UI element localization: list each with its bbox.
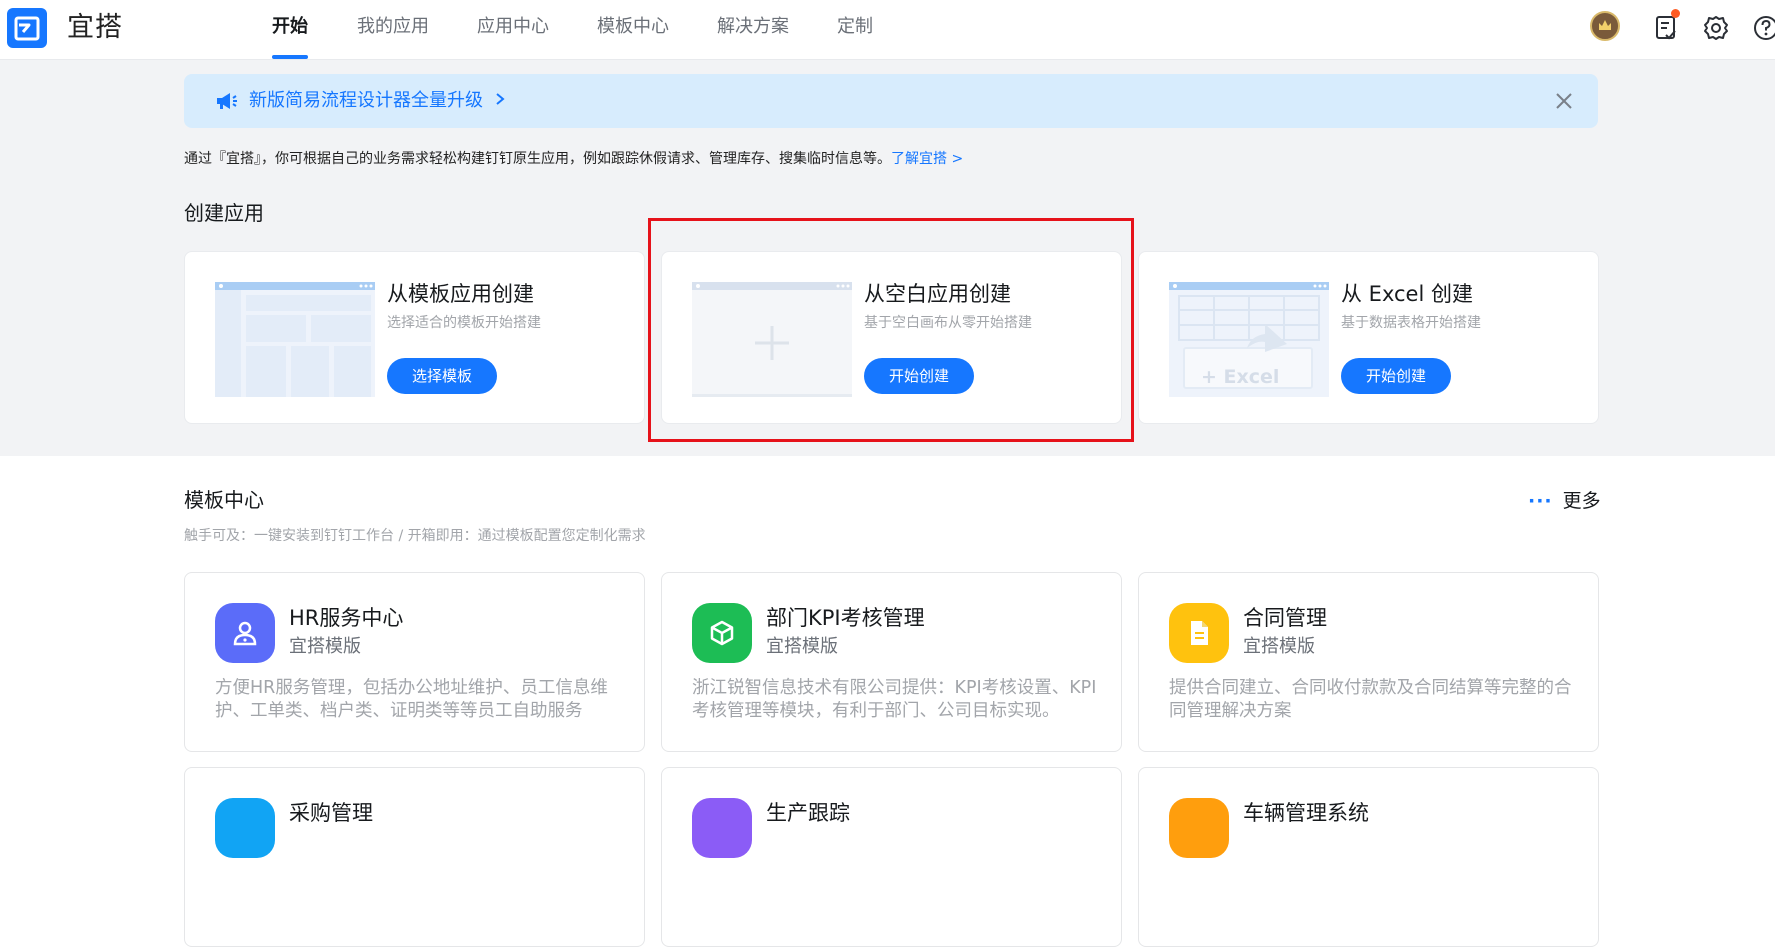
blank-canvas-thumbnail <box>692 282 852 397</box>
card-subtitle: 基于空白画布从零开始搭建 <box>864 315 1032 331</box>
car-icon <box>1169 798 1229 858</box>
template-card-vehicle[interactable]: 车辆管理系统 <box>1138 767 1599 947</box>
start-create-blank-button[interactable]: 开始创建 <box>864 358 974 394</box>
template-layout-thumbnail <box>215 282 375 397</box>
template-name: HR服务中心 <box>289 606 404 630</box>
template-name: 部门KPI考核管理 <box>766 606 925 630</box>
template-card-dept-kpi[interactable]: 部门KPI考核管理 宜搭模版 浙江锐智信息技术有限公司提供：KPI考核设置、KP… <box>661 572 1122 752</box>
avatar-crown-icon[interactable] <box>1590 11 1620 41</box>
template-center-subtitle: 触手可及：一键安装到钉钉工作台 / 开箱即用：通过模板配置您定制化需求 <box>184 528 646 544</box>
create-app-area: 新版简易流程设计器全量升级 通过『宜搭』，你可根据自己的业务需求轻松构建钉钉原生… <box>0 60 1775 456</box>
template-desc: 提供合同建立、合同收付款款及合同结算等完整的合同管理解决方案 <box>1169 678 1572 721</box>
person-icon <box>215 603 275 663</box>
template-center-title: 模板中心 <box>184 488 264 512</box>
todo-list-icon[interactable] <box>1650 9 1682 44</box>
card-subtitle: 选择适合的模板开始搭建 <box>387 315 541 331</box>
start-create-excel-button[interactable]: 开始创建 <box>1341 358 1451 394</box>
cube-icon <box>692 603 752 663</box>
template-card-procurement[interactable]: 采购管理 <box>184 767 645 947</box>
help-icon[interactable] <box>1750 12 1775 44</box>
nav-item-app-center[interactable]: 应用中心 <box>477 14 549 40</box>
create-from-excel-card[interactable]: + Excel 从 Excel 创建 基于数据表格开始搭建 开始创建 <box>1138 251 1599 424</box>
learn-more-link[interactable]: 了解宜搭 > <box>891 151 963 167</box>
more-templates-link[interactable]: ··· 更多 <box>1528 488 1601 514</box>
excel-thumb-label: + Excel <box>1201 366 1280 388</box>
more-label: 更多 <box>1562 490 1601 512</box>
top-bar: 宜搭 开始 我的应用 应用中心 模板中心 解决方案 定制 <box>0 0 1775 60</box>
template-desc: 方便HR服务管理，包括办公地址维护、员工信息维护、工单类、档户类、证明类等等员工… <box>215 678 608 721</box>
template-name: 采购管理 <box>289 801 373 825</box>
card-title: 从 Excel 创建 <box>1341 282 1473 306</box>
more-dots-icon: ··· <box>1528 490 1553 512</box>
create-section-title: 创建应用 <box>184 201 264 225</box>
banner-label: 新版简易流程设计器全量升级 <box>249 90 483 111</box>
template-name: 车辆管理系统 <box>1243 801 1369 825</box>
template-name: 生产跟踪 <box>766 801 850 825</box>
intro-description: 通过『宜搭』，你可根据自己的业务需求轻松构建钉钉原生应用，例如跟踪休假请求、管理… <box>184 151 891 167</box>
nav-item-solutions[interactable]: 解决方案 <box>717 14 789 40</box>
intro-text: 通过『宜搭』，你可根据自己的业务需求轻松构建钉钉原生应用，例如跟踪休假请求、管理… <box>184 148 963 170</box>
select-template-button[interactable]: 选择模板 <box>387 358 497 394</box>
template-card-production[interactable]: 生产跟踪 <box>661 767 1122 947</box>
card-subtitle: 基于数据表格开始搭建 <box>1341 315 1481 331</box>
nav-item-my-apps[interactable]: 我的应用 <box>357 14 429 40</box>
banner-text[interactable]: 新版简易流程设计器全量升级 <box>249 88 507 114</box>
template-card-hr-service[interactable]: HR服务中心 宜搭模版 方便HR服务管理，包括办公地址维护、员工信息维护、工单类… <box>184 572 645 752</box>
app-name[interactable]: 宜搭 <box>67 10 123 46</box>
notification-dot <box>1671 9 1680 18</box>
megaphone-icon <box>214 89 238 113</box>
template-card-contract[interactable]: 合同管理 宜搭模版 提供合同建立、合同收付款款及合同结算等完整的合同管理解决方案 <box>1138 572 1599 752</box>
chevron-right-icon <box>496 93 505 105</box>
nav-item-start[interactable]: 开始 <box>272 14 308 40</box>
template-tag: 宜搭模版 <box>1243 636 1315 657</box>
settings-gear-icon[interactable] <box>1700 12 1732 44</box>
template-desc: 浙江锐智信息技术有限公司提供：KPI考核设置、KPI考核管理等模块，有利于部门、… <box>692 678 1097 721</box>
close-icon[interactable] <box>1552 89 1576 113</box>
factory-icon <box>692 798 752 858</box>
create-from-template-card[interactable]: 从模板应用创建 选择适合的模板开始搭建 选择模板 <box>184 251 645 424</box>
cart-icon <box>215 798 275 858</box>
upgrade-banner[interactable]: 新版简易流程设计器全量升级 <box>184 74 1598 128</box>
card-title: 从空白应用创建 <box>864 282 1011 306</box>
card-title: 从模板应用创建 <box>387 282 534 306</box>
template-tag: 宜搭模版 <box>766 636 838 657</box>
nav-item-template-center[interactable]: 模板中心 <box>597 14 669 40</box>
document-icon <box>1169 603 1229 663</box>
yida-logo-icon[interactable] <box>7 8 47 48</box>
create-blank-app-card[interactable]: 从空白应用创建 基于空白画布从零开始搭建 开始创建 <box>661 251 1122 424</box>
nav-active-indicator <box>272 55 308 59</box>
template-tag: 宜搭模版 <box>289 636 361 657</box>
nav-item-custom[interactable]: 定制 <box>837 14 873 40</box>
template-name: 合同管理 <box>1243 606 1327 630</box>
